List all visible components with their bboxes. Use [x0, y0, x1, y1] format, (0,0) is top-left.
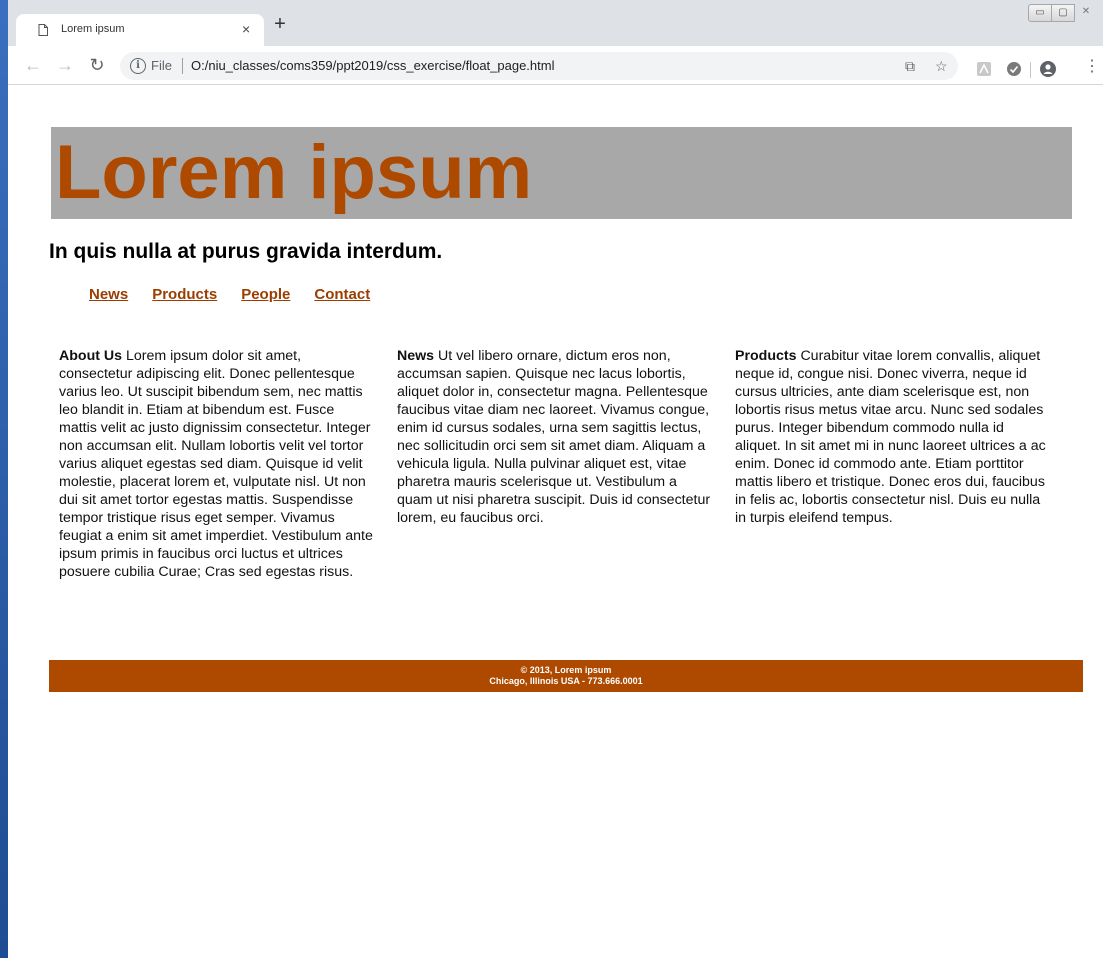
- more-menu-icon[interactable]: ⋮: [1084, 59, 1100, 75]
- tab-bar: Lorem ipsum × + ▭ ▢ ✕: [8, 0, 1103, 46]
- tab-lorem-ipsum[interactable]: Lorem ipsum ×: [16, 14, 264, 46]
- column-about-us: About Us Lorem ipsum dolor sit amet, con…: [59, 347, 375, 581]
- column-body: Lorem ipsum dolor sit amet, consectetur …: [59, 348, 373, 580]
- translate-icon[interactable]: ⧉: [905, 58, 915, 74]
- nav-link-news[interactable]: News: [89, 286, 128, 303]
- new-tab-button[interactable]: +: [270, 14, 290, 34]
- divider: [1030, 62, 1031, 78]
- column-products: Products Curabitur vitae lorem convallis…: [735, 347, 1051, 527]
- column-heading: News: [397, 348, 439, 364]
- divider: [182, 58, 183, 74]
- back-icon[interactable]: ←: [22, 54, 44, 76]
- bookmark-star-icon[interactable]: ☆: [935, 58, 948, 74]
- web-page: Lorem ipsum In quis nulla at purus gravi…: [8, 85, 1103, 958]
- tab-title: Lorem ipsum: [61, 23, 125, 35]
- page-title: Lorem ipsum: [55, 130, 533, 215]
- file-label: File: [151, 58, 172, 73]
- address-bar[interactable]: i File O:/niu_classes/coms359/ppt2019/cs…: [120, 52, 958, 80]
- close-window-button[interactable]: ✕: [1075, 4, 1097, 20]
- page-subtitle: In quis nulla at purus gravida interdum.: [49, 240, 443, 263]
- browser-toolbar: ← → ↻ i File O:/niu_classes/coms359/ppt2…: [8, 46, 1103, 85]
- desktop-background: [0, 0, 8, 958]
- page-footer: © 2013, Lorem ipsum Chicago, Illinois US…: [49, 660, 1083, 692]
- browser-window: Lorem ipsum × + ▭ ▢ ✕ ← → ↻ i File O:/ni…: [8, 0, 1103, 958]
- reload-icon[interactable]: ↻: [86, 54, 108, 76]
- column-heading: About Us: [59, 348, 126, 364]
- column-heading: Products: [735, 348, 801, 364]
- close-tab-icon[interactable]: ×: [242, 20, 250, 38]
- column-body: Curabitur vitae lorem convallis, aliquet…: [735, 348, 1046, 526]
- info-icon[interactable]: i: [130, 58, 146, 74]
- nav-link-people[interactable]: People: [241, 286, 290, 303]
- window-controls: ▭ ▢ ✕: [1028, 4, 1097, 22]
- nav-link-products[interactable]: Products: [152, 286, 217, 303]
- column-news: News Ut vel libero ornare, dictum eros n…: [397, 347, 713, 527]
- column-body: Ut vel libero ornare, dictum eros non, a…: [397, 348, 711, 526]
- pdf-extension-icon[interactable]: [976, 61, 992, 77]
- header-banner: Lorem ipsum: [51, 127, 1072, 219]
- nav-link-contact[interactable]: Contact: [314, 286, 370, 303]
- forward-icon[interactable]: →: [54, 54, 76, 76]
- minimize-button[interactable]: ▭: [1028, 4, 1052, 22]
- page-icon: [38, 24, 48, 36]
- profile-icon[interactable]: [1040, 61, 1056, 77]
- nav-links: News Products People Contact: [89, 286, 370, 303]
- maximize-button[interactable]: ▢: [1052, 4, 1075, 22]
- footer-address: Chicago, Illinois USA - 773.666.0001: [489, 676, 643, 686]
- checkmark-extension-icon[interactable]: [1006, 61, 1022, 77]
- footer-copyright: © 2013, Lorem ipsum: [520, 665, 612, 675]
- url-text[interactable]: O:/niu_classes/coms359/ppt2019/css_exerc…: [191, 58, 554, 73]
